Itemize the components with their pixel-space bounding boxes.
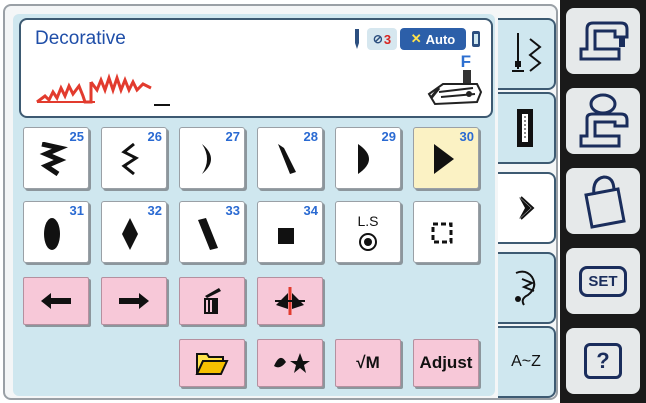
memory-check-button[interactable]: √M bbox=[335, 339, 401, 387]
pattern-button-29[interactable]: 29 bbox=[335, 127, 401, 189]
tension-value: 3 bbox=[383, 31, 392, 47]
buttonhole-icon bbox=[517, 109, 533, 147]
cursor-left-button[interactable] bbox=[23, 277, 89, 325]
stitch-star-icon bbox=[274, 353, 310, 373]
pattern-number: 32 bbox=[147, 203, 162, 218]
pattern-number: 34 bbox=[303, 203, 318, 218]
arrow-left-icon bbox=[41, 293, 71, 309]
sewing-mode-button[interactable] bbox=[566, 8, 640, 74]
crescent-icon bbox=[202, 144, 211, 174]
hardware-button-column: SET ? bbox=[560, 0, 646, 403]
combination-button[interactable] bbox=[257, 339, 323, 387]
decorative-tab[interactable] bbox=[498, 172, 556, 244]
square-dot-icon bbox=[278, 228, 294, 244]
pattern-number: 26 bbox=[147, 129, 162, 144]
status-row: ⊘ 3 ✕ Auto bbox=[350, 27, 483, 51]
pattern-button-32[interactable]: 32 bbox=[101, 201, 167, 263]
adjust-button[interactable]: Adjust bbox=[413, 339, 479, 387]
needle-icon bbox=[350, 28, 364, 50]
alphabet-tab-label: A~Z bbox=[511, 353, 541, 370]
triangle-icon bbox=[434, 144, 454, 174]
pattern-button-26[interactable]: 26 bbox=[101, 127, 167, 189]
mirror-image-button[interactable] bbox=[257, 277, 323, 325]
open-file-button[interactable] bbox=[179, 339, 245, 387]
help-label: ? bbox=[584, 343, 622, 379]
target-circle-icon bbox=[359, 233, 377, 251]
decorative-stitch-icon bbox=[519, 196, 535, 220]
straight-stitch-tab[interactable] bbox=[498, 18, 556, 90]
set-button[interactable]: SET bbox=[566, 248, 640, 314]
pattern-button-27[interactable]: 27 bbox=[179, 127, 245, 189]
pattern-number: 28 bbox=[303, 129, 318, 144]
arrow-right-icon bbox=[119, 293, 149, 309]
thread-spool-icon bbox=[469, 28, 483, 50]
oval-icon bbox=[44, 218, 60, 250]
pattern-number: 25 bbox=[69, 129, 84, 144]
applique-icon bbox=[515, 270, 536, 306]
mirror-icon bbox=[275, 287, 305, 315]
stitch-display-panel: Decorative ⊘ 3 ✕ Auto F bbox=[19, 18, 493, 118]
zigzag-small-icon bbox=[121, 142, 139, 176]
locking-stitch-label: L.S bbox=[357, 213, 379, 229]
folder-open-icon bbox=[195, 353, 229, 375]
set-label: SET bbox=[579, 265, 627, 297]
pattern-button-28[interactable]: 28 bbox=[257, 127, 323, 189]
auto-tension-badge: ✕ Auto bbox=[400, 28, 466, 50]
pattern-repeat-button[interactable] bbox=[413, 201, 479, 263]
auto-label: Auto bbox=[425, 31, 456, 47]
presser-foot-icon bbox=[425, 70, 483, 115]
stitch-preview bbox=[35, 72, 155, 111]
thread-tension-indicator: ⊘ 3 bbox=[367, 28, 397, 50]
embroidery-mode-button[interactable] bbox=[566, 88, 640, 154]
applique-tab[interactable] bbox=[498, 252, 556, 324]
text-cursor bbox=[154, 104, 170, 106]
zigzag-wave-icon bbox=[39, 142, 68, 176]
buttonhole-tab[interactable] bbox=[498, 92, 556, 164]
pattern-number: 30 bbox=[459, 129, 474, 144]
half-circle-icon bbox=[358, 144, 369, 174]
slanted-leaf-icon bbox=[278, 144, 296, 174]
locking-stitch-button[interactable]: L.S bbox=[335, 201, 401, 263]
pattern-button-30[interactable]: 30 bbox=[413, 127, 479, 189]
presser-foot-letter: F bbox=[460, 52, 471, 71]
tension-dial-icon: ⊘ bbox=[372, 32, 383, 46]
pattern-number: 29 bbox=[381, 129, 396, 144]
utility-stitch-icon bbox=[512, 33, 542, 72]
embroidery-machine-icon bbox=[579, 93, 629, 148]
alphabet-tab[interactable]: A~Z bbox=[498, 326, 556, 398]
mode-title: Decorative bbox=[35, 28, 126, 49]
help-button[interactable]: ? bbox=[566, 328, 640, 394]
slanted-bar-icon bbox=[198, 218, 218, 250]
pattern-button-34[interactable]: 34 bbox=[257, 201, 323, 263]
dashed-square-icon bbox=[431, 222, 453, 244]
bag-mode-button[interactable] bbox=[566, 168, 640, 234]
pattern-button-25[interactable]: 25 bbox=[23, 127, 89, 189]
diamond-icon bbox=[122, 218, 138, 250]
sewing-machine-icon bbox=[579, 21, 629, 61]
sewing-machine-screen: Decorative ⊘ 3 ✕ Auto F 25 26 27 28 29 3… bbox=[0, 0, 646, 403]
pattern-number: 33 bbox=[225, 203, 240, 218]
lcd-frame: Decorative ⊘ 3 ✕ Auto F 25 26 27 28 29 3… bbox=[3, 4, 558, 400]
adjust-label: Adjust bbox=[419, 353, 473, 372]
pattern-number: 27 bbox=[225, 129, 240, 144]
pattern-number: 31 bbox=[69, 203, 84, 218]
pattern-button-31[interactable]: 31 bbox=[23, 201, 89, 263]
pattern-button-33[interactable]: 33 bbox=[179, 201, 245, 263]
memory-check-label: √M bbox=[356, 353, 380, 372]
tension-x-icon: ✕ bbox=[410, 31, 422, 46]
trash-icon bbox=[204, 288, 221, 314]
bag-icon bbox=[584, 175, 626, 229]
cursor-right-button[interactable] bbox=[101, 277, 167, 325]
delete-button[interactable] bbox=[179, 277, 245, 325]
